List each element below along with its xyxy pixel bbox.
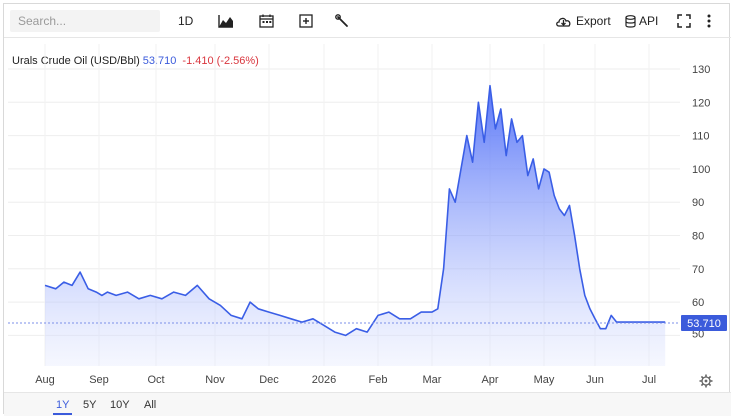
chart-settings-button[interactable]	[699, 374, 713, 388]
gear-icon	[699, 374, 713, 388]
last-value-label: 53.710	[687, 318, 721, 330]
x-tick-label: Nov	[205, 374, 225, 386]
range-5y-button[interactable]: 5Y	[80, 397, 99, 413]
y-tick-label: 100	[692, 164, 710, 176]
range-selector: 1Y 5Y 10Y All	[4, 392, 731, 416]
chart-widget: 1D	[3, 3, 731, 416]
x-tick-label: Mar	[423, 374, 442, 386]
range-10y-button[interactable]: 10Y	[107, 397, 133, 413]
x-tick-label: Apr	[481, 374, 498, 386]
y-tick-label: 90	[692, 197, 704, 209]
y-tick-label: 120	[692, 97, 710, 109]
x-tick-label: Aug	[35, 374, 55, 386]
x-tick-label: Jul	[642, 374, 656, 386]
x-tick-label: Sep	[89, 374, 109, 386]
x-tick-label: 2026	[312, 374, 336, 386]
x-tick-label: Oct	[147, 374, 164, 386]
range-1y-button[interactable]: 1Y	[53, 397, 73, 415]
x-tick-label: Dec	[259, 374, 279, 386]
y-tick-label: 70	[692, 264, 704, 276]
x-tick-label: May	[534, 374, 555, 386]
x-tick-label: Feb	[369, 374, 388, 386]
y-tick-label: 130	[692, 64, 710, 76]
y-tick-label: 110	[692, 131, 710, 143]
x-tick-label: Jun	[586, 374, 604, 386]
price-chart[interactable]: Aug Sep Oct Nov Dec 2026 Feb Mar Apr May Jun Jul 60…	[4, 4, 731, 392]
y-tick-label: 80	[692, 231, 704, 243]
y-tick-label: 60	[692, 297, 704, 309]
range-all-button[interactable]: All	[141, 397, 159, 413]
